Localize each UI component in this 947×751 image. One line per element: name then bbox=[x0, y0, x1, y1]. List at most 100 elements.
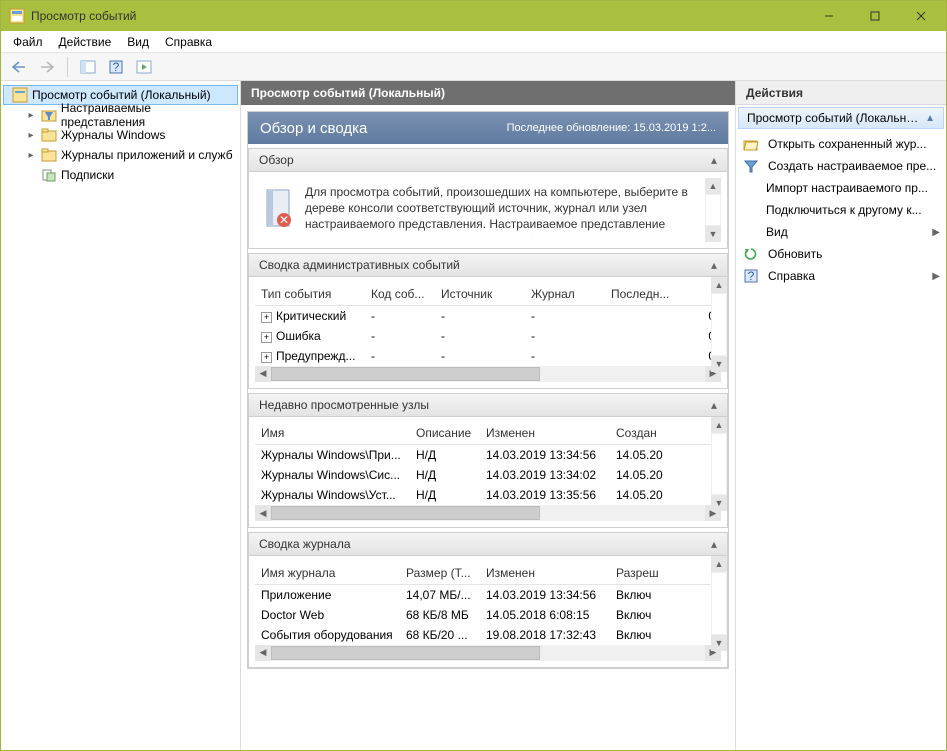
table-row[interactable]: Doctor Web68 КБ/8 МБ14.05.2018 6:08:15Вк… bbox=[255, 605, 721, 625]
forward-button[interactable] bbox=[35, 56, 59, 78]
scroll-up-icon[interactable]: ▲ bbox=[705, 178, 721, 194]
col-size[interactable]: Размер (Т... bbox=[400, 562, 480, 584]
book-icon: ✕ bbox=[263, 184, 295, 232]
section-summary: Сводка журнала ▴ Имя журнала Размер (Т..… bbox=[248, 532, 728, 668]
table-row[interactable]: Журналы Windows\Уст...Н/Д14.03.2019 13:3… bbox=[255, 485, 721, 505]
section-header[interactable]: Сводка журнала ▴ bbox=[248, 532, 728, 556]
center-body[interactable]: Обзор и сводка Последнее обновление: 15.… bbox=[241, 105, 735, 750]
back-button[interactable] bbox=[7, 56, 31, 78]
svg-text:?: ? bbox=[748, 269, 755, 283]
menu-help[interactable]: Справка bbox=[157, 33, 220, 51]
section-overview: Обзор ▴ ✕ Для просмотра событий, произош… bbox=[248, 148, 728, 249]
show-tree-button[interactable] bbox=[76, 56, 100, 78]
action-refresh[interactable]: Обновить bbox=[736, 243, 946, 265]
col-allowed[interactable]: Разреш bbox=[610, 562, 721, 584]
titlebar[interactable]: Просмотр событий bbox=[1, 1, 946, 31]
table-row[interactable]: Приложение14,07 МБ/...14.03.2019 13:34:5… bbox=[255, 584, 721, 605]
actions-list: Открыть сохраненный жур... Создать настр… bbox=[736, 131, 946, 289]
action-import-custom-view[interactable]: Импорт настраиваемого пр... bbox=[736, 177, 946, 199]
section-header[interactable]: Обзор ▴ bbox=[248, 148, 728, 172]
collapse-icon[interactable]: ▴ bbox=[711, 153, 717, 167]
expand-icon[interactable]: ▸ bbox=[25, 130, 37, 141]
minimize-button[interactable] bbox=[806, 1, 852, 31]
tree-pane[interactable]: Просмотр событий (Локальный) ▸ Настраива… bbox=[1, 81, 241, 750]
table-row[interactable]: +Предупрежд...---0 bbox=[255, 346, 721, 366]
table-header-row[interactable]: Имя Описание Изменен Создан bbox=[255, 423, 721, 445]
overview-panel: Обзор и сводка Последнее обновление: 15.… bbox=[247, 111, 729, 669]
expand-icon[interactable]: ▸ bbox=[25, 150, 37, 161]
col-journal[interactable]: Журнал bbox=[525, 283, 605, 305]
subscriptions-icon bbox=[41, 167, 57, 183]
action-create-custom-view[interactable]: Создать настраиваемое пре... bbox=[736, 155, 946, 177]
menu-action[interactable]: Действие bbox=[51, 33, 120, 51]
section-body: ✕ Для просмотра событий, произошедших на… bbox=[248, 172, 728, 249]
overview-text: Для просмотра событий, произошедших на к… bbox=[305, 184, 713, 236]
table-row[interactable]: События оборудования68 КБ/20 ...19.08.20… bbox=[255, 625, 721, 645]
tree-item-label: Настраиваемые представления bbox=[61, 101, 238, 129]
action-help[interactable]: ? Справка ▶ bbox=[736, 265, 946, 287]
col-name[interactable]: Имя bbox=[255, 423, 410, 445]
section-header[interactable]: Недавно просмотренные узлы ▴ bbox=[248, 393, 728, 417]
scroll-down-icon[interactable]: ▼ bbox=[705, 226, 721, 242]
col-modified[interactable]: Изменен bbox=[480, 562, 610, 584]
scrollbar-vertical[interactable]: ▲ ▼ bbox=[705, 178, 721, 242]
toolbar: ? bbox=[1, 53, 946, 81]
tree-item-custom-views[interactable]: ▸ Настраиваемые представления bbox=[3, 105, 238, 125]
main-body: Просмотр событий (Локальный) ▸ Настраива… bbox=[1, 81, 946, 750]
close-button[interactable] bbox=[898, 1, 944, 31]
window-title: Просмотр событий bbox=[31, 9, 806, 23]
col-desc[interactable]: Описание bbox=[410, 423, 480, 445]
collapse-icon[interactable]: ▴ bbox=[711, 537, 717, 551]
maximize-button[interactable] bbox=[852, 1, 898, 31]
table-row[interactable]: Журналы Windows\Сис...Н/Д14.03.2019 13:3… bbox=[255, 465, 721, 485]
scrollbar-horizontal[interactable]: ◀▶ bbox=[255, 366, 721, 382]
table-row[interactable]: +Критический---0 bbox=[255, 305, 721, 326]
col-created[interactable]: Создан bbox=[610, 423, 721, 445]
col-last[interactable]: Последн... bbox=[605, 283, 721, 305]
col-journal-name[interactable]: Имя журнала bbox=[255, 562, 400, 584]
col-modified[interactable]: Изменен bbox=[480, 423, 610, 445]
section-header[interactable]: Сводка административных событий ▴ bbox=[248, 253, 728, 277]
action-label: Подключиться к другому к... bbox=[766, 203, 940, 217]
table-row[interactable]: Журналы Windows\При...Н/Д14.03.2019 13:3… bbox=[255, 445, 721, 466]
center-title: Просмотр событий (Локальный) bbox=[241, 81, 735, 105]
menu-view[interactable]: Вид bbox=[119, 33, 157, 51]
table-header-row[interactable]: Имя журнала Размер (Т... Изменен Разреш bbox=[255, 562, 721, 584]
tree-item-label: Журналы приложений и служб bbox=[61, 148, 233, 162]
collapse-icon[interactable]: ▲ bbox=[925, 113, 935, 124]
table-header-row[interactable]: Тип события Код соб... Источник Журнал П… bbox=[255, 283, 721, 305]
folder-icon bbox=[41, 147, 57, 163]
center-pane: Просмотр событий (Локальный) Обзор и сво… bbox=[241, 81, 736, 750]
properties-button[interactable] bbox=[132, 56, 156, 78]
expand-icon[interactable]: ▸ bbox=[25, 110, 37, 121]
actions-subtitle[interactable]: Просмотр событий (Локальный) ▲ bbox=[738, 107, 944, 129]
scroll-thumb[interactable] bbox=[706, 195, 720, 225]
scrollbar-vertical[interactable]: ▲▼ bbox=[711, 556, 727, 651]
help-button[interactable]: ? bbox=[104, 56, 128, 78]
expand-icon[interactable]: + bbox=[261, 312, 272, 323]
action-open-saved-log[interactable]: Открыть сохраненный жур... bbox=[736, 133, 946, 155]
eventviewer-icon bbox=[12, 87, 28, 103]
collapse-icon[interactable]: ▴ bbox=[711, 258, 717, 272]
collapse-icon[interactable]: ▴ bbox=[711, 398, 717, 412]
tree-item-subscriptions[interactable]: Подписки bbox=[3, 165, 238, 185]
col-source[interactable]: Источник bbox=[435, 283, 525, 305]
scrollbar-vertical[interactable]: ▲▼ bbox=[711, 417, 727, 512]
tree-item-label: Журналы Windows bbox=[61, 128, 165, 142]
scrollbar-horizontal[interactable]: ◀▶ bbox=[255, 505, 721, 521]
action-view[interactable]: Вид ▶ bbox=[736, 221, 946, 243]
scrollbar-vertical[interactable]: ▲▼ bbox=[711, 277, 727, 372]
col-type[interactable]: Тип события bbox=[255, 283, 365, 305]
table-row[interactable]: +Ошибка---0 bbox=[255, 326, 721, 346]
expand-icon[interactable]: + bbox=[261, 352, 272, 363]
expand-icon[interactable]: + bbox=[261, 332, 272, 343]
menu-file[interactable]: Файл bbox=[5, 33, 51, 51]
col-evid[interactable]: Код соб... bbox=[365, 283, 435, 305]
action-connect-another[interactable]: Подключиться к другому к... bbox=[736, 199, 946, 221]
folder-filter-icon bbox=[41, 107, 57, 123]
section-label: Сводка журнала bbox=[259, 537, 711, 551]
actions-pane: Действия Просмотр событий (Локальный) ▲ … bbox=[736, 81, 946, 750]
section-label: Сводка административных событий bbox=[259, 258, 711, 272]
scrollbar-horizontal[interactable]: ◀▶ bbox=[255, 645, 721, 661]
tree-item-app-logs[interactable]: ▸ Журналы приложений и служб bbox=[3, 145, 238, 165]
